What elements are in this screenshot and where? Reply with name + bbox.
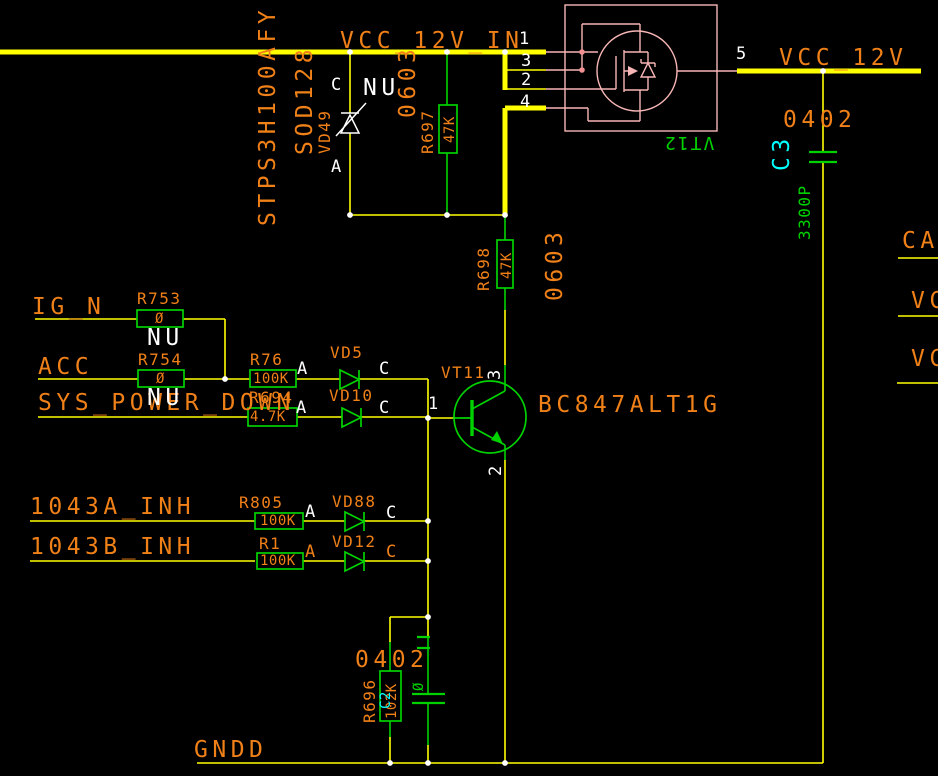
value-c2: Ø: [412, 682, 426, 691]
emitter-arrow: [491, 431, 503, 444]
net-label-1043b-inh[interactable]: 1043B_INH: [30, 536, 195, 559]
refdes-vd12[interactable]: VD12: [332, 534, 377, 550]
refdes-r754[interactable]: R754: [138, 352, 183, 368]
diode-vd12[interactable]: [345, 552, 364, 571]
not-used-marker-r753: NU: [147, 327, 184, 350]
pin-label-vd12-c: C: [386, 544, 396, 561]
value-r694: 4.7K: [250, 410, 286, 424]
refdes-r696[interactable]: R696: [362, 678, 378, 723]
pin-label-vd5-a: A: [297, 361, 307, 378]
net-label-1043a-inh[interactable]: 1043A_INH: [30, 496, 195, 519]
pin-number-vt12-5: 5: [736, 46, 746, 63]
value-r698: 47K: [500, 252, 514, 279]
mosfet-vt12[interactable]: [546, 5, 737, 131]
part-label-bc847alt1g[interactable]: BC847ALT1G: [538, 394, 721, 417]
net-label-ign[interactable]: IG_N: [32, 296, 105, 319]
diode-vd10[interactable]: [342, 408, 361, 427]
not-used-slash: [336, 103, 366, 136]
refdes-r698[interactable]: R698: [476, 246, 492, 291]
value-r76: 100K: [253, 372, 289, 386]
refdes-vt11[interactable]: VT11: [441, 365, 486, 381]
refdes-r76[interactable]: R76: [250, 352, 283, 368]
pin-number-vt11-1: 1: [428, 396, 438, 413]
net-label-vc-1[interactable]: VC: [911, 290, 938, 313]
pin-label-vd12-a: A: [305, 544, 315, 561]
net-label-car[interactable]: CAR: [902, 230, 938, 253]
net-label-acc[interactable]: ACC: [38, 356, 93, 379]
diode-vd88[interactable]: [345, 512, 364, 531]
footprint-c2: 0402: [355, 649, 428, 672]
refdes-r753[interactable]: R753: [137, 291, 182, 307]
diode-vd49[interactable]: [336, 103, 366, 136]
value-c3: 3300P: [797, 184, 813, 240]
footprint-r697: 0603: [397, 45, 420, 118]
footprint-r698: 0603: [544, 228, 567, 301]
refdes-vd10[interactable]: VD10: [329, 388, 374, 404]
pin-number-vt12-1: 1: [519, 31, 529, 48]
value-r1: 100K: [260, 554, 296, 568]
mosfet-arrow: [628, 66, 638, 76]
refdes-c2[interactable]: C2: [379, 691, 393, 709]
refdes-vt12[interactable]: VT12: [663, 133, 714, 151]
transistor-vt11[interactable]: [454, 381, 526, 453]
refdes-r805[interactable]: R805: [239, 495, 284, 511]
value-r753: Ø: [155, 312, 164, 326]
refdes-c3[interactable]: C3: [771, 134, 794, 171]
refdes-vd49[interactable]: VD49: [317, 109, 333, 154]
refdes-vd5[interactable]: VD5: [330, 345, 363, 361]
pin-label-vd10-c: C: [379, 400, 389, 417]
pin-label-vd49-a: A: [331, 159, 341, 176]
package-label-sod128[interactable]: SOD128: [294, 45, 317, 155]
not-used-marker-r754: NU: [147, 387, 184, 410]
net-label-vcc12vin[interactable]: VCC_12V_IN: [340, 30, 523, 53]
pin-label-vd88-a: A: [305, 504, 315, 521]
net-label-gndd[interactable]: GNDD: [194, 739, 267, 762]
pin-number-vt12-4: 4: [520, 94, 530, 111]
value-r754: Ø: [156, 372, 165, 386]
value-r805: 100K: [260, 514, 296, 528]
refdes-vd88[interactable]: VD88: [332, 494, 377, 510]
refdes-r694[interactable]: R694: [249, 390, 294, 406]
refdes-r1[interactable]: R1: [259, 536, 281, 552]
capacitor-c3[interactable]: [809, 152, 837, 162]
pin-label-vd5-c: C: [379, 361, 389, 378]
value-r697: 47K: [443, 116, 457, 143]
refdes-r697[interactable]: R697: [420, 109, 436, 154]
pin-label-vd88-c: C: [386, 505, 396, 522]
schematic-canvas: VCC_12V_IN VCC_12V IG_N ACC SYS_POWER_DO…: [0, 0, 938, 776]
net-label-vcc12v[interactable]: VCC_12V: [779, 47, 907, 70]
pin-label-vd49-c: C: [331, 77, 341, 94]
net-label-vc-2[interactable]: VC: [911, 348, 938, 371]
footprint-c3: 0402: [783, 109, 856, 132]
pin-number-vt11-2: 2: [488, 466, 505, 476]
pin-label-vd10-a: A: [296, 400, 306, 417]
pin-number-vt12-2: 2: [521, 72, 531, 89]
pin-number-vt11-3: 3: [487, 370, 504, 380]
pin-number-vt12-3: 3: [521, 53, 531, 70]
part-label-stps3h100afy[interactable]: STPS3H100AFY: [257, 6, 280, 226]
